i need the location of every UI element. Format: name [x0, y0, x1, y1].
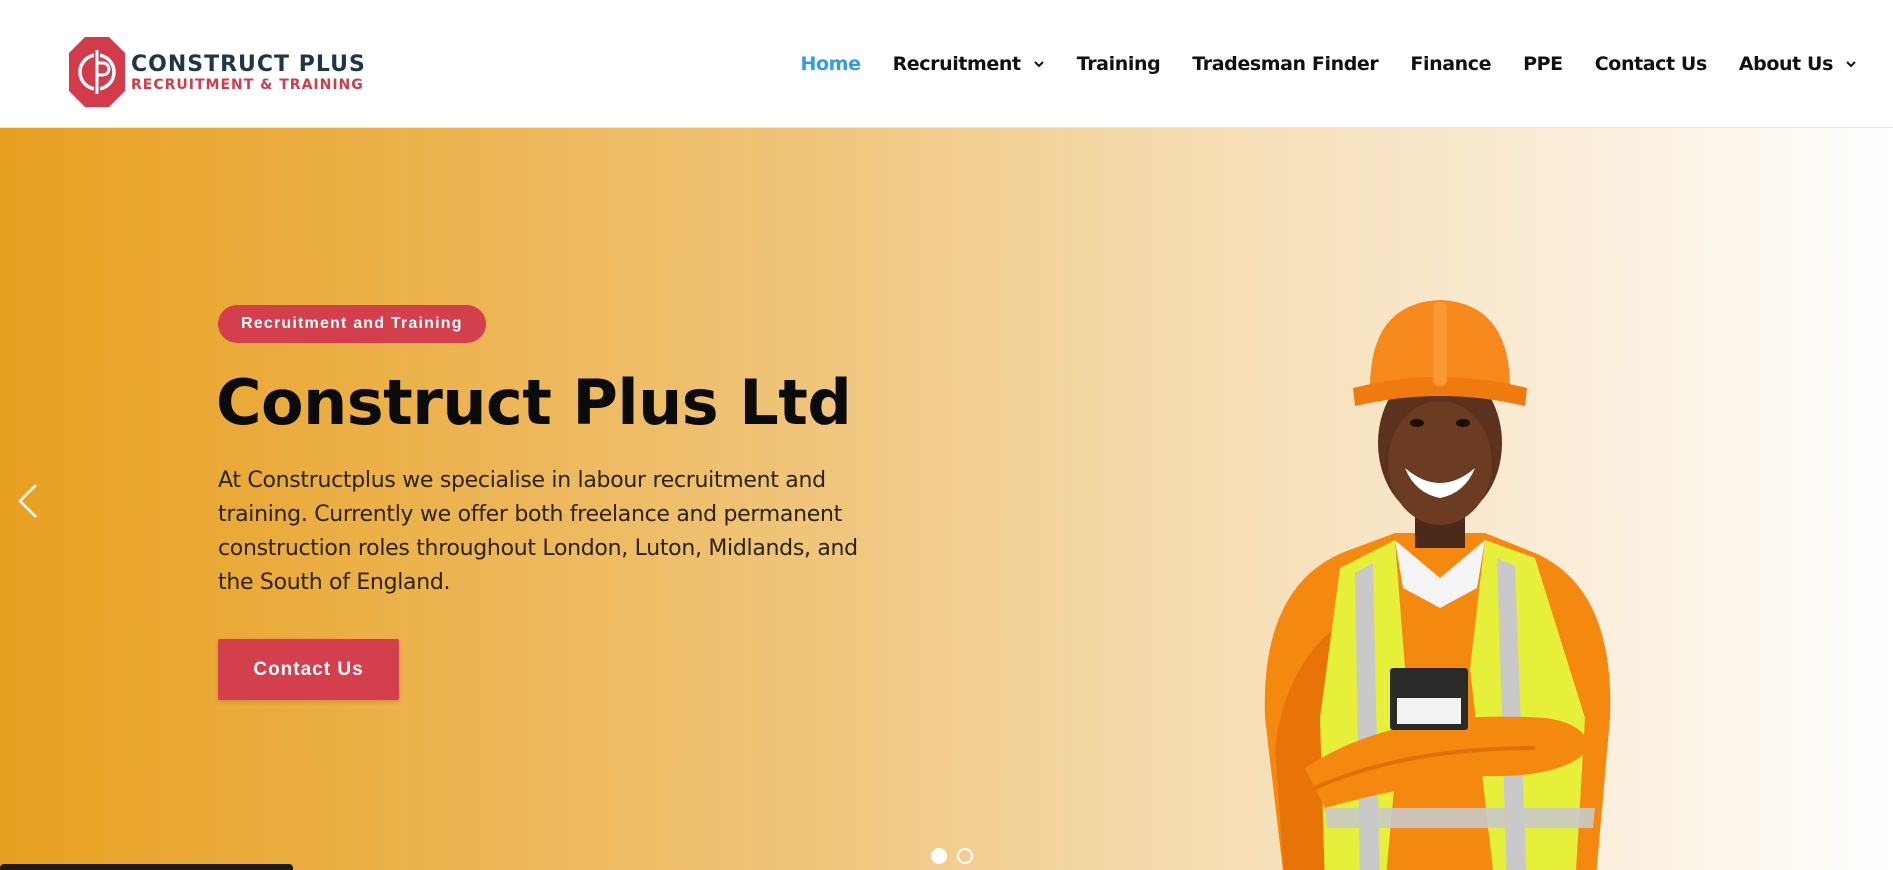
nav-item-label: Finance	[1410, 53, 1492, 75]
hero-title: Construct Plus Ltd	[216, 366, 852, 439]
nav-item-label: Recruitment	[892, 53, 1022, 75]
hero-description: At Constructplus we specialise in labour…	[218, 468, 858, 595]
nav-item-contact-us[interactable]: Contact Us	[1594, 53, 1708, 75]
logo-title: CONSTRUCT PLUS	[131, 52, 366, 77]
slider-pagination	[926, 848, 978, 864]
nav-item-ppe[interactable]: PPE	[1523, 53, 1563, 75]
nav-item-label: PPE	[1523, 53, 1563, 75]
site-logo[interactable]: CONSTRUCT PLUS RECRUITMENT & TRAINING	[68, 36, 365, 108]
hero-badge: Recruitment and Training	[218, 305, 486, 343]
site-header: CONSTRUCT PLUS RECRUITMENT & TRAINING Ho…	[0, 0, 1893, 128]
construction-worker-image	[1264, 300, 1611, 870]
chevron-down-icon	[1034, 61, 1044, 68]
slide-dot-1[interactable]	[931, 848, 947, 864]
nav-item-recruitment[interactable]: Recruitment	[893, 53, 1045, 75]
chevron-left-icon[interactable]	[14, 482, 40, 520]
nav-item-training[interactable]: Training	[1077, 53, 1161, 75]
nav-item-about-us[interactable]: About Us	[1739, 53, 1857, 75]
nav-item-label: About Us	[1738, 53, 1834, 75]
nav-item-finance[interactable]: Finance	[1410, 53, 1491, 75]
bottom-left-bar	[0, 864, 293, 870]
nav-item-label: Tradesman Finder	[1192, 53, 1379, 75]
logo-mark-icon	[69, 37, 125, 107]
hero-slider: Recruitment and Training Construct Plus …	[0, 128, 1893, 870]
nav-item-tradesman-finder[interactable]: Tradesman Finder	[1192, 53, 1379, 75]
nav-item-home[interactable]: Home	[801, 53, 861, 75]
chevron-down-icon	[1846, 61, 1856, 68]
contact-us-button[interactable]: Contact Us	[218, 639, 399, 700]
nav-item-label: Training	[1076, 53, 1161, 75]
logo-subtitle: RECRUITMENT & TRAINING	[131, 77, 364, 93]
nav-item-label: Contact Us	[1594, 53, 1708, 75]
slide-dot-2[interactable]	[957, 848, 973, 864]
main-nav: Home Recruitment Training Tradesman Find…	[769, 0, 1857, 128]
nav-item-label: Home	[800, 53, 861, 75]
